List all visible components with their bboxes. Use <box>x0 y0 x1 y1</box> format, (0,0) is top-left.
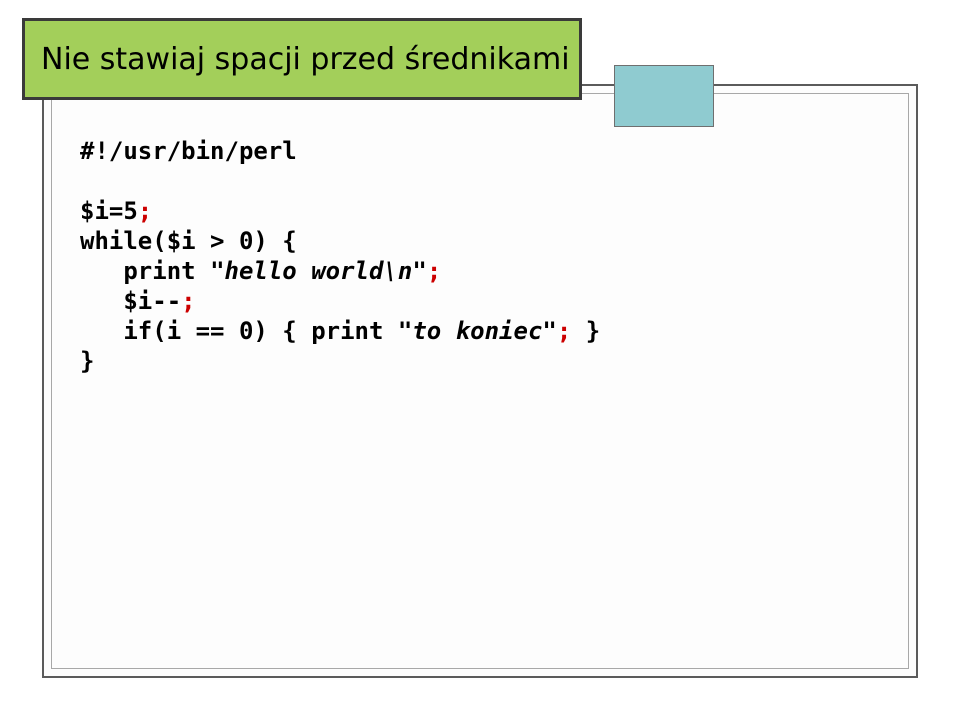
semicolon-icon: ; <box>181 287 195 315</box>
semicolon-icon: ; <box>138 197 152 225</box>
code-indent <box>80 257 123 285</box>
title-box: Nie stawiaj spacji przed średnikami <box>22 18 582 100</box>
code-string: "to koniec" <box>398 317 557 345</box>
content-outer-frame: #!/usr/bin/perl $i=5; while($i > 0) { pr… <box>42 84 918 678</box>
semicolon-icon: ; <box>557 317 571 345</box>
code-string: "hello world\n" <box>210 257 427 285</box>
code-indent <box>80 317 123 345</box>
code-print-kw: print <box>311 317 398 345</box>
code-indent <box>80 287 123 315</box>
semicolon-icon: ; <box>427 257 441 285</box>
code-close-brace: } <box>80 347 94 375</box>
code-if: if(i == 0) { <box>123 317 311 345</box>
content-inner-frame: #!/usr/bin/perl $i=5; while($i > 0) { pr… <box>51 93 909 669</box>
slide-title: Nie stawiaj spacji przed średnikami <box>41 42 570 77</box>
code-decrement: $i-- <box>123 287 181 315</box>
slide: Nie stawiaj spacji przed średnikami #!/u… <box>0 0 959 719</box>
code-close-brace: } <box>571 317 600 345</box>
accent-tab <box>614 65 714 127</box>
code-assign: $i=5 <box>80 197 138 225</box>
code-print-kw: print <box>123 257 210 285</box>
code-shebang: #!/usr/bin/perl <box>80 137 297 165</box>
code-block: #!/usr/bin/perl $i=5; while($i > 0) { pr… <box>80 136 880 376</box>
code-while: while($i > 0) { <box>80 227 297 255</box>
